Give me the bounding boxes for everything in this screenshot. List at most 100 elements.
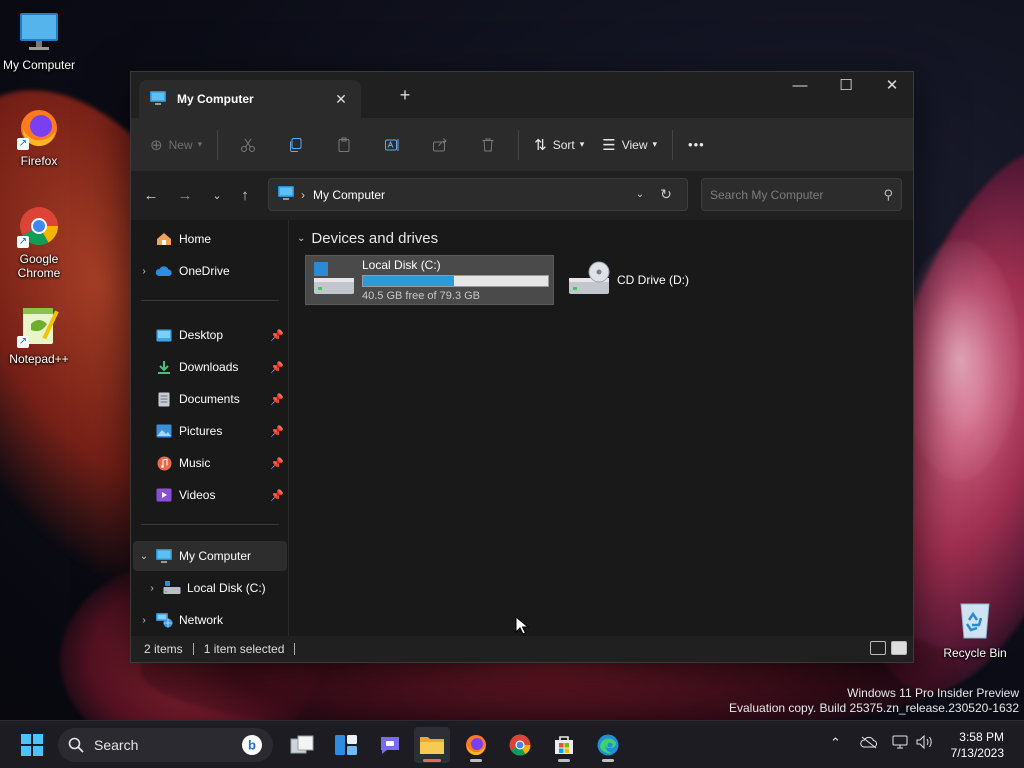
show-hidden-icons-button[interactable]: ⌃ [830, 735, 841, 751]
task-view-button[interactable] [284, 727, 320, 763]
content-pane[interactable]: ⌄ Devices and drives Local Disk (C:) 40.… [289, 220, 913, 638]
drive-local-disk-c[interactable]: Local Disk (C:) 40.5 GB free of 79.3 GB [305, 255, 554, 305]
active-indicator [423, 759, 441, 762]
view-button[interactable]: ☰ View ▾ [593, 128, 666, 162]
sidebar-item-label: Local Disk (C:) [187, 581, 266, 595]
sidebar-item-downloads[interactable]: Downloads 📌 [133, 352, 287, 382]
start-button[interactable] [14, 727, 50, 763]
sidebar-item-network[interactable]: › Network [133, 605, 287, 635]
more-options-button[interactable]: ••• [679, 128, 714, 162]
chevron-right-icon[interactable]: › [133, 266, 155, 277]
cut-button[interactable] [224, 128, 272, 162]
desktop-icon-label: My Computer [2, 58, 76, 72]
music-icon [155, 455, 173, 471]
arrow-up-icon: ↑ [241, 187, 249, 204]
toolbar-divider [672, 129, 674, 160]
sidebar-item-videos[interactable]: Videos 📌 [133, 480, 287, 510]
drive-cd-d[interactable]: CD Drive (D:) [561, 255, 731, 305]
new-button-label: New [168, 137, 193, 152]
taskbar-firefox[interactable] [458, 727, 494, 763]
rename-button[interactable] [368, 128, 416, 162]
minimize-button[interactable]: — [777, 72, 823, 102]
tab-my-computer[interactable]: My Computer ✕ [139, 80, 361, 118]
svg-text:b: b [248, 738, 256, 753]
back-button[interactable]: ← [137, 184, 165, 208]
volume-tray-icon[interactable] [916, 734, 934, 752]
pin-icon[interactable]: 📌 [267, 393, 287, 406]
network-tray-icon[interactable] [892, 735, 908, 752]
taskbar-clock[interactable]: 3:58 PM 7/13/2023 [948, 729, 1004, 761]
desktop-icon-recycle-bin[interactable]: Recycle Bin [936, 598, 1014, 660]
copy-button[interactable] [272, 128, 320, 162]
notepadpp-icon: ↗ [17, 304, 61, 348]
pin-icon[interactable]: 📌 [267, 489, 287, 502]
sort-button[interactable]: ⇅ Sort ▾ [525, 128, 593, 162]
running-indicator [558, 759, 570, 762]
view-list-icon: ☰ [602, 136, 616, 154]
layout-toggle [870, 641, 907, 655]
scissors-icon [241, 138, 256, 152]
running-indicator [470, 759, 482, 762]
desktop-icon-my-computer[interactable]: My Computer [0, 10, 78, 72]
sidebar-item-music[interactable]: Music 📌 [133, 448, 287, 478]
drive-free-space: 40.5 GB free of 79.3 GB [362, 290, 481, 302]
taskbar-search-box[interactable]: Search b [58, 728, 273, 762]
sidebar-item-local-disk[interactable]: › Local Disk (C:) [133, 573, 287, 603]
sidebar-item-desktop[interactable]: Desktop 📌 [133, 320, 287, 350]
chevron-right-icon[interactable]: › [141, 583, 163, 594]
hard-drive-icon [312, 260, 356, 301]
edge-icon [597, 734, 619, 756]
firefox-icon [466, 735, 486, 756]
pin-icon[interactable]: 📌 [267, 425, 287, 438]
widgets-button[interactable] [328, 727, 364, 763]
refresh-icon[interactable]: ↻ [653, 186, 679, 203]
close-window-button[interactable]: ✕ [869, 72, 915, 102]
desktop-icon-firefox[interactable]: ↗ Firefox [0, 106, 78, 168]
search-box[interactable]: ⚲ [701, 178, 902, 211]
group-header-devices[interactable]: ⌄ Devices and drives [297, 230, 438, 247]
forward-button[interactable]: → [171, 184, 199, 208]
new-button[interactable]: ⊕ New ▾ [141, 128, 211, 162]
sidebar-item-pictures[interactable]: Pictures 📌 [133, 416, 287, 446]
toolbar-divider [518, 129, 520, 160]
breadcrumb[interactable]: My Computer [313, 188, 627, 202]
sidebar-item-home[interactable]: Home [133, 224, 287, 254]
sidebar-item-documents[interactable]: Documents 📌 [133, 384, 287, 414]
desktop-icon-label: Firefox [20, 154, 58, 168]
desktop-icon-chrome[interactable]: ↗ Google Chrome [0, 204, 78, 280]
search-icon: ⚲ [883, 186, 893, 202]
address-bar[interactable]: › My Computer ⌄ ↻ [268, 178, 688, 211]
sidebar-item-onedrive[interactable]: › OneDrive [133, 256, 287, 286]
recent-locations-button[interactable]: ⌄ [203, 184, 231, 208]
share-icon [433, 137, 447, 151]
pin-icon[interactable]: 📌 [267, 457, 287, 470]
taskbar-chrome[interactable] [502, 727, 538, 763]
chat-button[interactable] [372, 727, 408, 763]
address-dropdown-icon[interactable]: ⌄ [627, 189, 653, 200]
sidebar-item-my-computer[interactable]: ⌄ My Computer [133, 541, 287, 571]
tiles-view-icon[interactable] [891, 641, 907, 655]
desktop-icon-notepadpp[interactable]: ↗ Notepad++ [0, 304, 78, 366]
chevron-down-icon[interactable]: ⌄ [133, 551, 155, 562]
sidebar-item-label: Videos [179, 488, 216, 502]
up-button[interactable]: ↑ [231, 184, 259, 208]
onedrive-tray-icon[interactable] [860, 735, 878, 752]
details-view-icon[interactable] [870, 641, 886, 655]
taskbar-edge[interactable] [590, 727, 626, 763]
chevron-right-icon[interactable]: › [133, 615, 155, 626]
new-tab-button[interactable]: + [393, 84, 417, 108]
plus-circle-icon: ⊕ [150, 136, 163, 154]
taskbar-file-explorer[interactable] [414, 727, 450, 763]
paste-button[interactable] [320, 128, 368, 162]
drive-name: CD Drive (D:) [617, 273, 689, 287]
close-tab-icon[interactable]: ✕ [331, 89, 351, 109]
search-input[interactable] [710, 187, 884, 202]
maximize-button[interactable]: ☐ [823, 72, 869, 102]
pin-icon[interactable]: 📌 [267, 361, 287, 374]
delete-button[interactable] [464, 128, 512, 162]
file-explorer-window: My Computer ✕ + — ☐ ✕ ⊕ New ▾ ⇅ Sort ▾ ☰… [130, 71, 914, 663]
clock-time: 3:58 PM [959, 730, 1004, 744]
taskbar-microsoft-store[interactable] [546, 727, 582, 763]
share-button[interactable] [416, 128, 464, 162]
pin-icon[interactable]: 📌 [267, 329, 287, 342]
